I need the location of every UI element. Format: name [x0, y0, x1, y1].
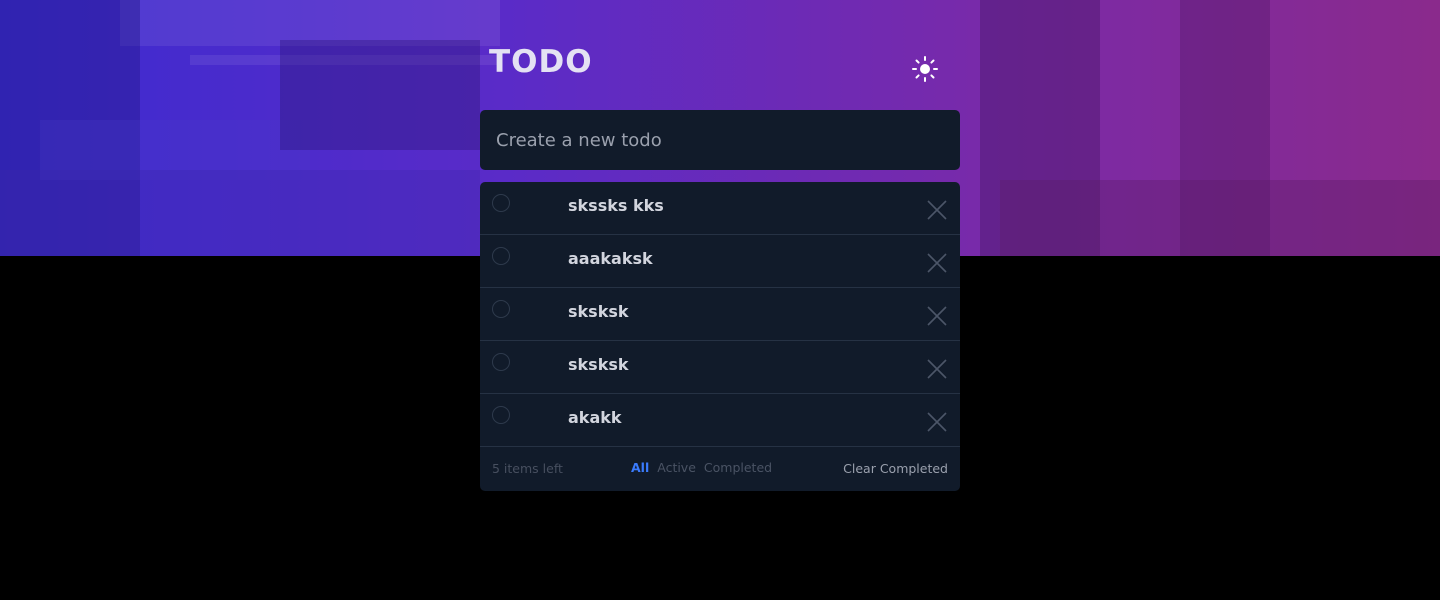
filter-group: All Active Completed — [631, 460, 776, 475]
todo-checkbox[interactable] — [492, 406, 510, 424]
todo-text[interactable]: skssks kks — [568, 196, 664, 215]
filter-active[interactable]: Active — [657, 460, 696, 475]
todo-checkbox[interactable] — [492, 300, 510, 318]
items-left-count: 5 items left — [492, 461, 563, 476]
close-icon[interactable] — [927, 359, 947, 379]
close-icon[interactable] — [927, 200, 947, 220]
todo-item: sksksk — [480, 341, 960, 394]
new-todo-box — [480, 110, 960, 170]
clear-completed-button[interactable]: Clear Completed — [843, 461, 948, 476]
todo-item: skssks kks — [480, 182, 960, 235]
todo-text[interactable]: sksksk — [568, 355, 629, 374]
page-title: TODO — [489, 44, 593, 80]
close-icon[interactable] — [927, 253, 947, 273]
todo-text[interactable]: akakk — [568, 408, 622, 427]
theme-toggle-button[interactable] — [910, 54, 940, 84]
todo-item: akakk — [480, 394, 960, 447]
todo-checkbox[interactable] — [492, 247, 510, 265]
todo-item: aaakaksk — [480, 235, 960, 288]
todo-checkbox[interactable] — [492, 194, 510, 212]
filter-all[interactable]: All — [631, 460, 649, 475]
todo-list: skssks kks aaakaksk sksksk sksksk akakk … — [480, 182, 960, 491]
filter-completed[interactable]: Completed — [704, 460, 772, 475]
close-icon[interactable] — [927, 306, 947, 326]
close-icon[interactable] — [927, 412, 947, 432]
todo-text[interactable]: aaakaksk — [568, 249, 653, 268]
todo-item: sksksk — [480, 288, 960, 341]
new-todo-input[interactable] — [480, 110, 960, 170]
todo-checkbox[interactable] — [492, 353, 510, 371]
todo-text[interactable]: sksksk — [568, 302, 629, 321]
sun-icon — [912, 56, 938, 82]
todo-footer: 5 items left All Active Completed Clear … — [480, 447, 960, 491]
